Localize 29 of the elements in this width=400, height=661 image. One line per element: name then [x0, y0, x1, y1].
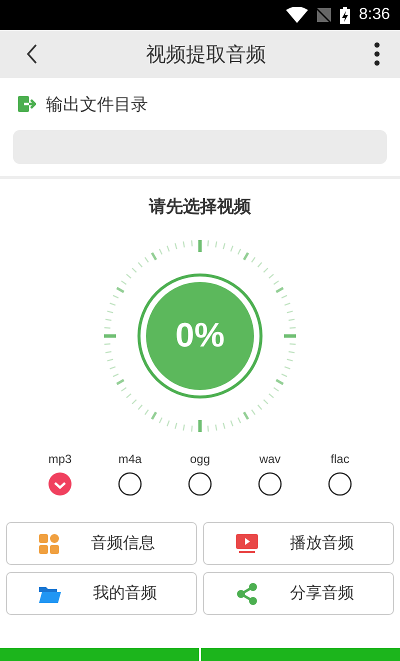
- battery-icon: [340, 6, 350, 24]
- format-radio[interactable]: [188, 472, 212, 496]
- action-button[interactable]: 播放音频: [203, 522, 394, 565]
- more-icon[interactable]: [374, 42, 380, 66]
- page-title: 视频提取音频: [146, 40, 266, 68]
- progress-percentage: 0%: [175, 316, 225, 356]
- format-radio[interactable]: [258, 472, 282, 496]
- format-label: m4a: [118, 452, 142, 466]
- no-signal-icon: [316, 8, 331, 22]
- action-button[interactable]: 分享音频: [203, 572, 394, 615]
- export-icon: [18, 95, 36, 113]
- format-radio[interactable]: [48, 472, 72, 496]
- video-play-icon: [236, 534, 258, 554]
- select-video-prompt: 请先选择视频: [148, 196, 252, 218]
- wifi-icon: [286, 7, 308, 23]
- grid-icon: [39, 534, 59, 554]
- action-button[interactable]: 我的音频: [6, 572, 197, 615]
- output-directory-label: 输出文件目录: [46, 94, 148, 116]
- format-label: wav: [259, 452, 281, 466]
- format-label: flac: [330, 452, 350, 466]
- format-radio[interactable]: [328, 472, 352, 496]
- format-label: ogg: [190, 452, 210, 466]
- format-radio[interactable]: [118, 472, 142, 496]
- back-icon[interactable]: [26, 44, 38, 64]
- share-icon: [236, 582, 258, 604]
- clock: 8:36: [358, 6, 390, 24]
- action-button[interactable]: 音频信息: [6, 522, 197, 565]
- format-label: mp3: [48, 452, 72, 466]
- folder-icon: [39, 584, 61, 602]
